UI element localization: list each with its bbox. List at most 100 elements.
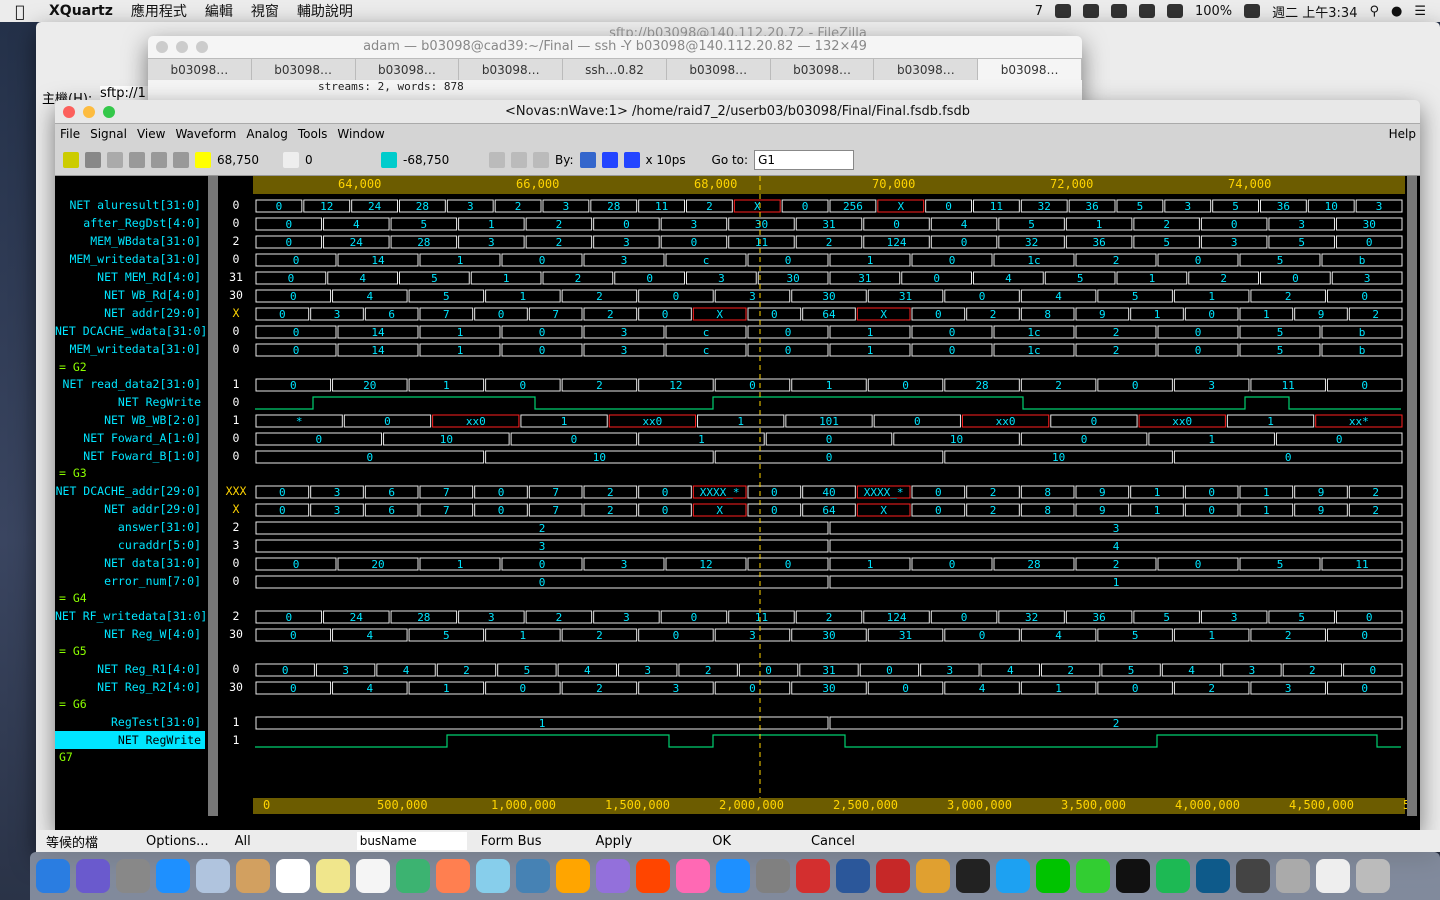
signal-name[interactable]: = G6 xyxy=(55,695,205,713)
dock-app-icon[interactable] xyxy=(1236,859,1270,893)
dock-app-icon[interactable] xyxy=(1196,859,1230,893)
signal-name[interactable]: MEM_writedata[31:0] xyxy=(55,340,205,358)
signal-name[interactable]: NET Foward_A[1:0] xyxy=(55,429,205,447)
close-button[interactable] xyxy=(63,106,75,118)
menu-apps[interactable]: 應用程式 xyxy=(122,1,196,21)
dock-app-icon[interactable] xyxy=(76,859,110,893)
dock-app-icon[interactable] xyxy=(516,859,550,893)
signal-name[interactable]: after_RegDst[4:0] xyxy=(55,214,205,232)
signal-name[interactable]: NET WB_WB[2:0] xyxy=(55,411,205,429)
signal-name[interactable]: NET DCACHE_addr[29:0] xyxy=(55,482,205,500)
zoom-in-icon[interactable] xyxy=(511,151,527,168)
signal-name[interactable]: NET addr[29:0] xyxy=(55,304,205,322)
options-button[interactable]: Options... xyxy=(126,834,229,849)
dock-app-icon[interactable] xyxy=(196,859,230,893)
next-edge-icon[interactable] xyxy=(623,151,640,168)
signal-name[interactable]: NET RF_writedata[31:0] xyxy=(55,607,207,625)
terminal-tab[interactable]: b03098… xyxy=(978,59,1082,80)
zoom-button[interactable] xyxy=(196,41,208,53)
signal-name[interactable]: = G5 xyxy=(55,642,205,660)
apple-icon[interactable]:  xyxy=(0,2,40,21)
menu-signal[interactable]: Signal xyxy=(85,127,132,141)
signal-list[interactable]: NET aluresult[31:0] after_RegDst[4:0] MEM_… xyxy=(55,176,207,816)
edge-icon[interactable] xyxy=(579,151,596,168)
dock-app-icon[interactable] xyxy=(1076,859,1110,893)
siri-icon[interactable]: ● xyxy=(1391,4,1402,19)
dock-app-icon[interactable] xyxy=(36,859,70,893)
dock-app-icon[interactable] xyxy=(236,859,270,893)
dock-app-icon[interactable] xyxy=(1156,859,1190,893)
signal-name[interactable]: NET Reg_R2[4:0] xyxy=(55,678,205,696)
close-button[interactable] xyxy=(156,41,168,53)
copy-icon[interactable] xyxy=(151,151,167,168)
menu-waveform[interactable]: Waveform xyxy=(170,127,241,141)
dock-app-icon[interactable] xyxy=(956,859,990,893)
dock-app-icon[interactable] xyxy=(396,859,430,893)
waveform-canvas[interactable]: 0 12 24 28 3 2 3 28 11 2 X 0 256 X 0 11 32 36 5 3 5 36 10 3 0 4 5 1… xyxy=(253,176,1405,816)
signal-name[interactable]: MEM_writedata[31:0] xyxy=(55,250,205,268)
cursor-icon[interactable] xyxy=(195,151,211,168)
dock-app-icon[interactable] xyxy=(596,859,630,893)
menu-file[interactable]: File xyxy=(55,127,85,141)
dock-app-icon[interactable] xyxy=(716,859,750,893)
cut-icon[interactable] xyxy=(129,151,145,168)
zoom-button[interactable] xyxy=(103,106,115,118)
signal-name[interactable]: NET RegWrite xyxy=(55,731,205,749)
delta-icon[interactable] xyxy=(381,151,397,168)
menu-window[interactable]: 視窗 xyxy=(242,1,288,21)
busname-input[interactable]: busName xyxy=(356,832,467,850)
evernote-icon[interactable] xyxy=(1110,4,1127,18)
dock-app-icon[interactable] xyxy=(436,859,470,893)
terminal-tab[interactable]: b03098… xyxy=(667,59,771,80)
zoom-fit-icon[interactable] xyxy=(533,151,549,168)
signal-name[interactable]: NET Reg_W[4:0] xyxy=(55,625,205,643)
terminal-tab[interactable]: b03098… xyxy=(356,59,460,80)
dock-app-icon[interactable] xyxy=(556,859,590,893)
dock-app-icon[interactable] xyxy=(156,859,190,893)
dock-app-icon[interactable] xyxy=(116,859,150,893)
dock-app-icon[interactable] xyxy=(276,859,310,893)
dock-app-icon[interactable] xyxy=(876,859,910,893)
dock-app-icon[interactable] xyxy=(836,859,870,893)
dock-app-icon[interactable] xyxy=(476,859,510,893)
menu-tools[interactable]: Tools xyxy=(293,127,333,141)
signal-name[interactable]: curaddr[5:0] xyxy=(55,536,205,554)
ok-button[interactable]: OK xyxy=(672,834,771,849)
signal-name[interactable]: NET data[31:0] xyxy=(55,554,205,572)
spotlight-icon[interactable]: ⚲ xyxy=(1369,4,1379,19)
dock-app-icon[interactable] xyxy=(996,859,1030,893)
menu-help[interactable]: 輔助說明 xyxy=(288,1,362,21)
signal-name[interactable]: = G3 xyxy=(55,464,205,482)
menu-edit[interactable]: 編輯 xyxy=(196,1,242,21)
goto-input[interactable]: G1 xyxy=(754,149,855,170)
dock-app-icon[interactable] xyxy=(1036,859,1070,893)
signal-name[interactable]: NET read_data2[31:0] xyxy=(55,375,205,393)
dock-app-icon[interactable] xyxy=(1276,859,1310,893)
dock-app-icon[interactable] xyxy=(636,859,670,893)
dock-app-icon[interactable] xyxy=(356,859,390,893)
dock-app-icon[interactable] xyxy=(796,859,830,893)
signal-name[interactable]: NET aluresult[31:0] xyxy=(55,196,205,214)
minimize-button[interactable] xyxy=(83,106,95,118)
terminal-tab[interactable]: b03098… xyxy=(874,59,979,80)
terminal-tab[interactable]: b03098… xyxy=(252,59,356,80)
dock-app-icon[interactable] xyxy=(676,859,710,893)
signal-name[interactable]: = G2 xyxy=(55,358,205,376)
paste-icon[interactable] xyxy=(173,151,189,168)
hierarchy-icon[interactable] xyxy=(85,151,101,168)
signal-name[interactable]: G7 xyxy=(55,748,205,766)
signal-name[interactable]: NET Foward_B[1:0] xyxy=(55,447,205,465)
airplay-icon[interactable] xyxy=(1138,4,1155,18)
terminal-tab[interactable]: b03098… xyxy=(148,59,252,80)
prev-edge-icon[interactable] xyxy=(601,151,618,168)
clock[interactable]: 週二 上午3:34 xyxy=(1272,2,1357,21)
line-icon[interactable] xyxy=(1054,4,1071,18)
dock-app-icon[interactable] xyxy=(1356,859,1390,893)
notification-icon[interactable]: ☰ xyxy=(1414,4,1426,19)
adobe-icon[interactable]: 7 xyxy=(1035,4,1043,19)
signal-scrollbar[interactable] xyxy=(208,176,218,816)
signal-name[interactable]: NET DCACHE_wdata[31:0] xyxy=(55,322,207,340)
signal-name[interactable]: answer[31:0] xyxy=(55,518,205,536)
dock-app-icon[interactable] xyxy=(1316,859,1350,893)
all-button[interactable]: All xyxy=(229,834,257,849)
